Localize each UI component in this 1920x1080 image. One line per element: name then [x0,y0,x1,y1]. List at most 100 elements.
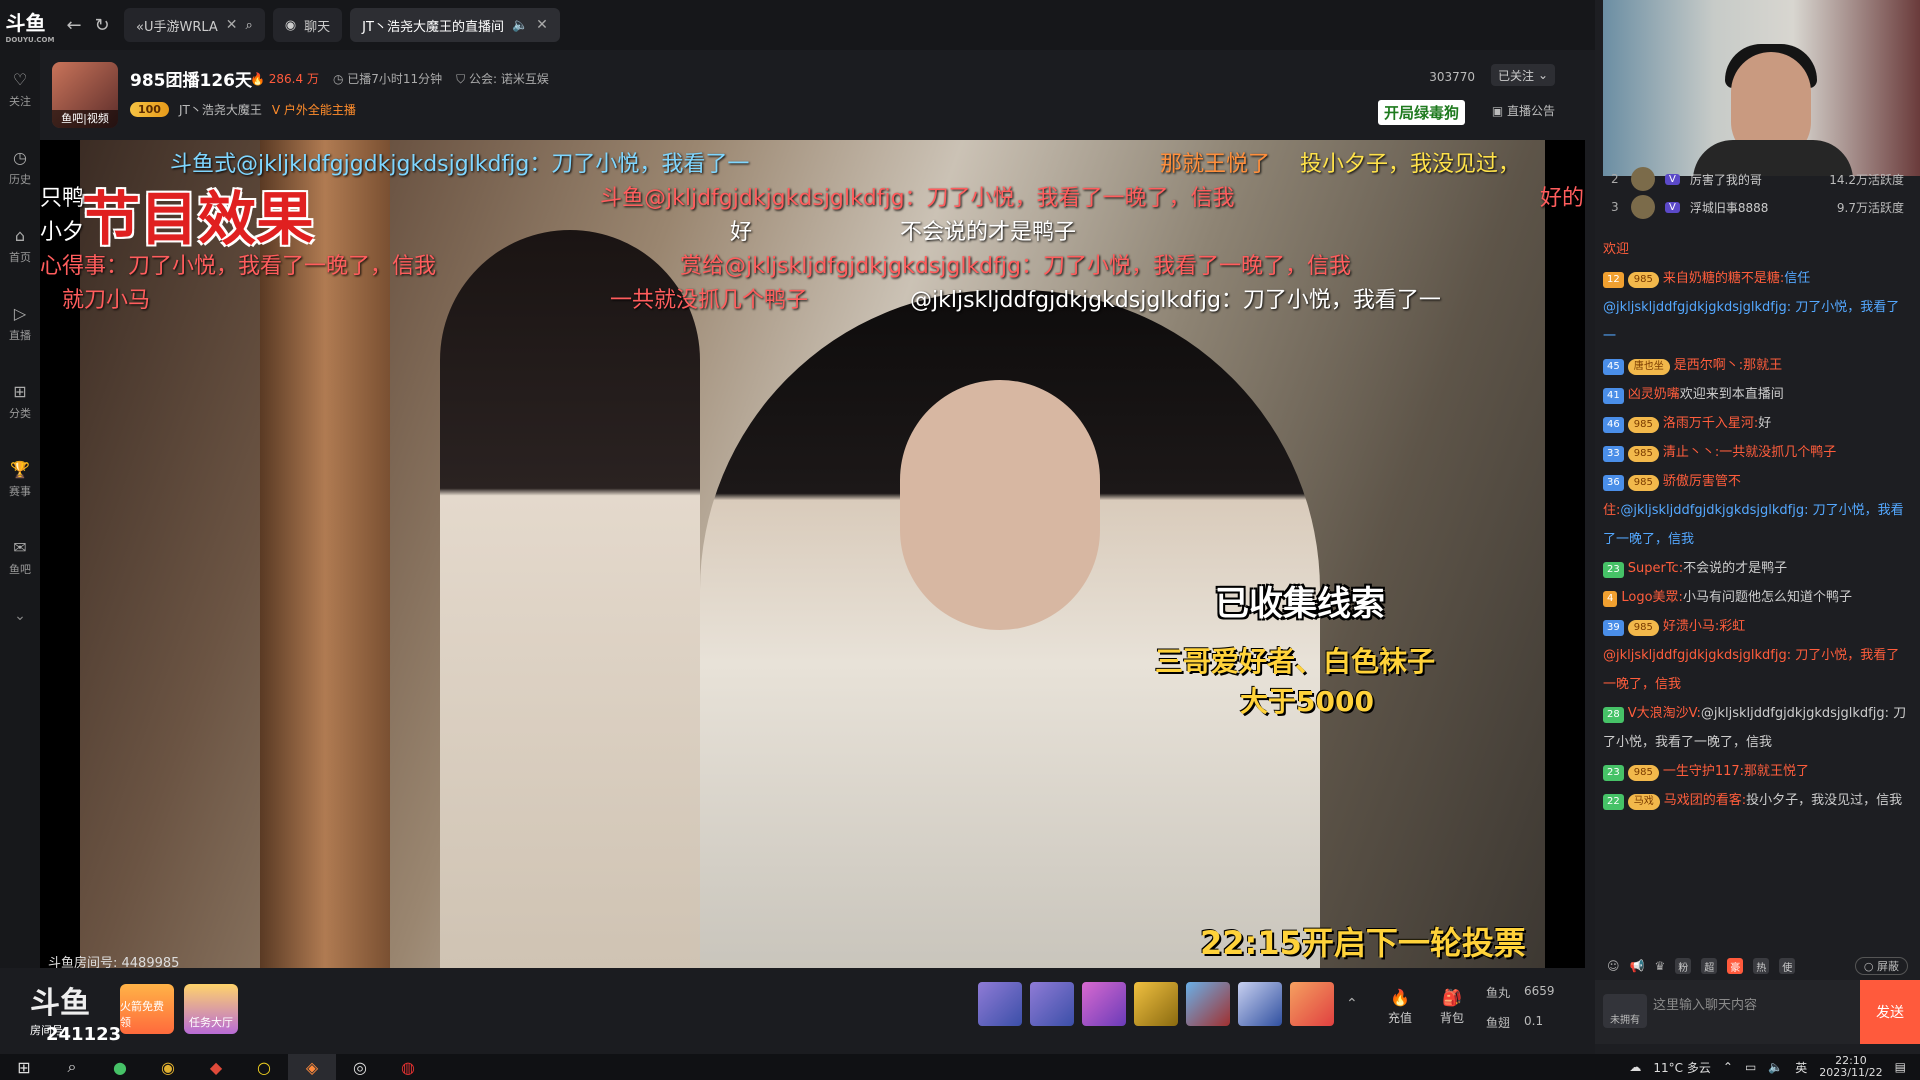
app-yellow-icon[interactable]: ○ [240,1054,288,1080]
stream-duration: ◷ 已播7小时11分钟 [332,72,443,86]
sidebar-item-follow[interactable]: ♡ 关注 [0,50,40,128]
green-badge[interactable]: 开局绿毒狗 [1377,100,1465,125]
gift-item-1[interactable] [978,982,1022,1026]
rank-row[interactable]: 2 V 厉害了我的哥 14.2万活跃度 [1603,165,1920,193]
refresh-button[interactable]: ↻ [88,11,116,39]
chat-username[interactable]: 是西尔啊丶: [1674,358,1743,373]
sidebar-item-home[interactable]: ⌂ 首页 [0,206,40,284]
badge-unowned[interactable]: 未拥有 [1603,994,1647,1028]
ime-indicator[interactable]: 英 [1795,1059,1807,1076]
gift-item-3[interactable] [1082,982,1126,1026]
volume-icon[interactable]: 🔈 [1768,1060,1783,1074]
notice-button[interactable]: ▣ 直播公告 [1492,102,1555,119]
sidebar-more-button[interactable]: ⌄ [0,596,40,636]
filter-hot-button[interactable]: 热 [1753,958,1770,974]
chat-username[interactable]: 洛雨万千入星河: [1663,416,1758,431]
chat-message[interactable]: 22 马戏 马戏团的看客:投小夕子，我没见过，信我 [1603,786,1907,815]
follow-button[interactable]: 已关注 ⌄ [1491,64,1555,86]
chat-list[interactable]: 欢迎 12 985 来自奶糖的糖不是糖:信任@jkljskljddfgjdkjgkds… [1595,235,1915,955]
chat-message[interactable]: 23 985 一生守护117:那就王悦了 [1603,757,1907,786]
back-button[interactable]: ← [60,11,88,39]
chat-username[interactable]: 凶灵奶嘴 [1628,387,1680,402]
douyu-app-icon[interactable]: ◈ [288,1054,336,1080]
chat-username[interactable]: 欢迎 [1603,242,1629,257]
chat-username[interactable]: SuperTc: [1628,561,1683,576]
rocket-promo-button[interactable]: 火箭免费领 [120,984,174,1034]
speaker-icon[interactable]: 📢 [1630,959,1645,973]
chat-text: 欢迎来到本直播间 [1679,387,1784,402]
task-hall-button[interactable]: 任务大厅 [184,984,238,1034]
chat-message[interactable]: 36 985 骄傲厉害管不住:@jkljskljddfgjdkjgkdsjglkdf… [1603,467,1907,554]
sidebar-item-live[interactable]: ▷ 直播 [0,284,40,362]
chat-message[interactable]: 12 985 来自奶糖的糖不是糖:信任@jkljskljddfgjdkjgkdsjg… [1603,264,1907,351]
chat-username[interactable]: 来自奶糖的糖不是糖: [1663,271,1784,286]
sidebar-item-events[interactable]: 🏆 赛事 [0,440,40,518]
netease-music-icon[interactable]: ◍ [384,1054,432,1080]
streamer-avatar[interactable]: 鱼吧|视频 [52,62,118,128]
chat-username[interactable]: 一生守护117: [1663,764,1744,779]
arrow-left-icon: ← [66,14,82,36]
chat-username[interactable]: 好溃小马: [1663,619,1719,634]
streamer-tag[interactable]: V 户外全能主播 [272,101,356,118]
shield-icon: ⛉ [456,72,466,86]
recharge-button[interactable]: 🔥 充值 [1380,988,1420,1038]
chat-username[interactable]: 马戏团的看客: [1664,793,1746,808]
search-icon[interactable]: ⌕ [48,1054,96,1080]
chat-message[interactable]: 41 凶灵奶嘴欢迎来到本直播间 [1603,380,1907,409]
network-icon[interactable]: ▭ [1745,1060,1756,1074]
sidebar-item-fishbar[interactable]: ✉ 鱼吧 [0,518,40,596]
gift-item-7[interactable] [1290,982,1334,1026]
gift-item-5[interactable] [1186,982,1230,1026]
chat-message[interactable]: 39 985 好溃小马:彩虹@jkljskljddfgjdkjgkdsjglkdfj… [1603,612,1907,699]
chat-message[interactable]: 欢迎 [1603,235,1907,264]
chat-message[interactable]: 45 唐也坐 是西尔啊丶:那就王 [1603,351,1907,380]
guild-info[interactable]: ⛉ 公会: 诺米互娱 [456,70,549,87]
filter-super-button[interactable]: 超 [1701,958,1718,974]
gift-item-6[interactable] [1238,982,1282,1026]
speaker-icon[interactable]: 🔈 [512,18,528,33]
tab-live-room[interactable]: JT丶浩尧大魔王的直播间 🔈 ✕ [350,8,560,42]
chat-username[interactable]: V大浪淘沙V: [1628,706,1701,721]
gift-item-2[interactable] [1030,982,1074,1026]
sidebar-item-category[interactable]: ⊞ 分类 [0,362,40,440]
notification-icon[interactable]: ▤ [1895,1060,1906,1074]
chat-message[interactable]: 46 985 洛雨万千入星河:好 [1603,409,1907,438]
video-player[interactable]: 节目效果 斗鱼式@jkljkldfgjgdkjgkdsjglkdfjg：刀了小悦… [40,140,1585,968]
windows-start-icon[interactable]: ⊞ [0,1054,48,1080]
send-button[interactable]: 发送 [1860,980,1920,1044]
douyu-logo[interactable]: 斗鱼 DOUYU.COM [0,0,60,50]
danmu-item: 赏给@jkljskljdfgjdkjgkdsjglkdfjg：刀了小悦，我看了一… [680,254,1351,279]
gift-expand-button[interactable]: ⌃ [1346,996,1358,1012]
sidebar-item-history[interactable]: ◷ 历史 [0,128,40,206]
chat-message[interactable]: 23 SuperTc:不会说的才是鸭子 [1603,554,1907,583]
chat-username[interactable]: 清止丶丶: [1663,445,1719,460]
chrome-icon[interactable]: ◉ [144,1054,192,1080]
emoji-icon[interactable]: ☺ [1607,959,1620,973]
streamer-name[interactable]: JT丶浩尧大魔王 [179,101,262,118]
tab-search[interactable]: «U手游WRLA ✕ ⌕ [124,8,265,42]
rank-row[interactable]: 3 V 浮城旧事8888 9.7万活跃度 [1603,193,1920,221]
app-red-icon[interactable]: ◆ [192,1054,240,1080]
search-icon[interactable]: ⌕ [246,18,253,33]
chat-message[interactable]: 28 V大浪淘沙V:@jkljskljddfgjdkjgkdsjglkdfjg: … [1603,699,1907,757]
gift-item-4[interactable] [1134,982,1178,1026]
chevron-up-icon[interactable]: ⌃ [1723,1060,1733,1074]
danmu-item: 投小夕子，我没见过， [1300,152,1521,177]
filter-fans-button[interactable]: 粉 [1675,958,1692,974]
filter-rich-button[interactable]: 豪 [1727,958,1744,974]
chat-message[interactable]: 4 Logo美眾:小马有问题他怎么知道个鸭子 [1603,583,1907,612]
close-icon[interactable]: ✕ [536,17,548,33]
steam-icon[interactable]: ◎ [336,1054,384,1080]
system-clock[interactable]: 22:10 2023/11/22 [1819,1055,1882,1079]
close-icon[interactable]: ✕ [226,17,238,33]
chat-message[interactable]: 33 985 清止丶丶:一共就没抓几个鸭子 [1603,438,1907,467]
weather-text[interactable]: 11°C 多云 [1653,1059,1710,1076]
tab-chat[interactable]: ◉ 聊天 [272,8,343,42]
backpack-button[interactable]: 🎒 背包 [1432,988,1472,1038]
crown-icon[interactable]: ♛ [1654,959,1665,973]
chat-username[interactable]: Logo美眾: [1621,590,1683,605]
block-danmu-toggle[interactable]: ○ 屏蔽 [1854,957,1908,975]
app-green-icon[interactable]: ● [96,1054,144,1080]
chat-input[interactable] [1653,990,1853,1018]
filter-ambassador-button[interactable]: 使 [1779,958,1796,974]
